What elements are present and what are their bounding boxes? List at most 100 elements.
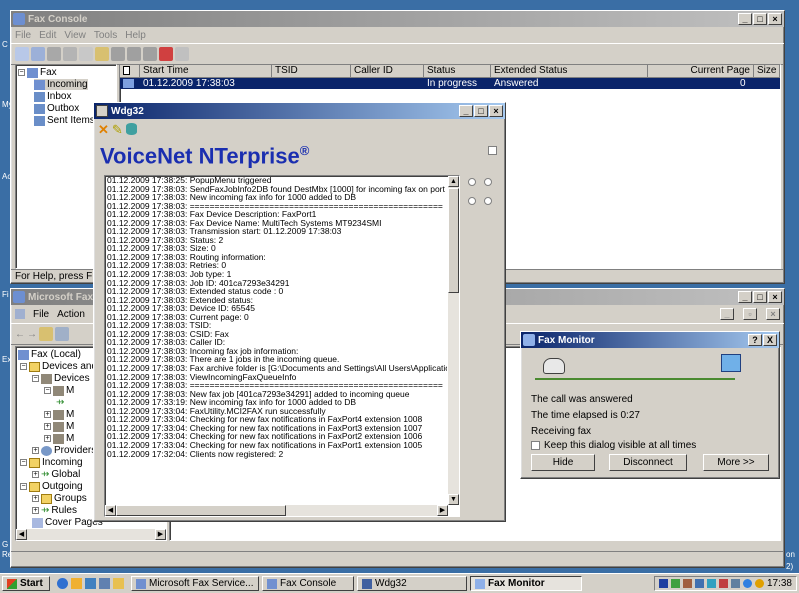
- scroll-thumb[interactable]: [116, 505, 286, 516]
- scroll-right-button[interactable]: ▶: [437, 505, 448, 516]
- tray-app-icon[interactable]: [718, 579, 728, 588]
- child-restore-button[interactable]: ▫: [743, 308, 757, 320]
- outlook-icon[interactable]: [71, 578, 82, 589]
- maximize-button[interactable]: □: [753, 13, 767, 25]
- table-row[interactable]: 01.12.2009 17:38:03 In progress Answered…: [120, 78, 780, 89]
- tray-app-icon[interactable]: [670, 579, 680, 588]
- menu-view[interactable]: View: [64, 30, 86, 41]
- collapse-icon[interactable]: −: [20, 483, 27, 490]
- minimize-button[interactable]: _: [738, 291, 752, 303]
- minimize-button[interactable]: _: [738, 13, 752, 25]
- close-button[interactable]: ×: [489, 105, 503, 117]
- fax-console-titlebar[interactable]: Fax Console _ □ ×: [11, 11, 784, 27]
- database-icon[interactable]: [125, 123, 137, 135]
- task-fax-monitor[interactable]: Fax Monitor: [470, 576, 582, 591]
- line-3-status-radio[interactable]: [468, 197, 476, 205]
- copy-icon[interactable]: [79, 47, 93, 61]
- keep-visible-checkbox-row[interactable]: Keep this dialog visible at all times: [531, 440, 696, 451]
- tree-item-fax-local[interactable]: Fax (Local): [18, 349, 81, 360]
- language-icon[interactable]: [658, 579, 668, 588]
- help-button[interactable]: ?: [748, 334, 762, 346]
- folder-icon[interactable]: [95, 47, 109, 61]
- tree-item-devices[interactable]: − Devices: [32, 373, 90, 384]
- back-icon[interactable]: ←: [15, 329, 25, 340]
- cancel-icon[interactable]: ✕: [98, 123, 109, 136]
- view-icon[interactable]: [55, 327, 69, 341]
- forward-icon[interactable]: →: [27, 329, 37, 340]
- ie-icon[interactable]: [57, 578, 68, 589]
- more-button[interactable]: More >>: [703, 454, 769, 471]
- up-folder-icon[interactable]: [39, 327, 53, 341]
- tree-item-device[interactable]: + M: [44, 433, 74, 444]
- properties-icon[interactable]: [175, 47, 189, 61]
- expand-icon[interactable]: +: [44, 411, 51, 418]
- line-1-status-radio[interactable]: [468, 178, 476, 186]
- close-button[interactable]: X: [763, 334, 777, 346]
- collapse-icon[interactable]: −: [20, 363, 27, 370]
- task-fax-console[interactable]: Fax Console: [262, 576, 354, 591]
- receive-icon[interactable]: [31, 47, 45, 61]
- horizontal-scrollbar[interactable]: ◀ ▶: [16, 529, 166, 540]
- column-header-extended-status[interactable]: Extended Status: [491, 65, 648, 78]
- tree-item-outgoing[interactable]: − Outgoing: [20, 481, 83, 492]
- start-button[interactable]: Start: [2, 576, 50, 591]
- column-header-size[interactable]: Size: [754, 65, 780, 78]
- line-2-status-radio[interactable]: [484, 178, 492, 186]
- expand-icon[interactable]: +: [44, 435, 51, 442]
- wdg32-titlebar[interactable]: Wdg32 _ □ ×: [94, 103, 505, 119]
- close-button[interactable]: ×: [768, 291, 782, 303]
- expand-icon[interactable]: +: [32, 507, 39, 514]
- top-checkbox[interactable]: [488, 146, 497, 155]
- hide-button[interactable]: Hide: [531, 454, 595, 471]
- fax-monitor-titlebar[interactable]: Fax Monitor ? X: [521, 332, 779, 348]
- collapse-icon[interactable]: −: [32, 375, 39, 382]
- horizontal-scrollbar[interactable]: ◀ ▶: [105, 505, 448, 516]
- scroll-left-button[interactable]: ◀: [105, 505, 116, 516]
- scroll-left-button[interactable]: ◀: [16, 529, 27, 540]
- expand-icon[interactable]: +: [32, 495, 39, 502]
- close-button[interactable]: ×: [768, 13, 782, 25]
- expand-icon[interactable]: +: [32, 471, 39, 478]
- scroll-right-button[interactable]: ▶: [155, 529, 166, 540]
- task-wdg32[interactable]: Wdg32: [357, 576, 467, 591]
- explorer-icon[interactable]: [99, 578, 110, 589]
- child-minimize-button[interactable]: _: [720, 308, 734, 320]
- keep-visible-checkbox[interactable]: [531, 441, 540, 450]
- column-header-icon[interactable]: [120, 65, 140, 78]
- view-icon[interactable]: [47, 47, 61, 61]
- tree-item-inbox[interactable]: Inbox: [34, 91, 71, 102]
- menu-file[interactable]: File: [33, 309, 49, 320]
- tree-item-sent[interactable]: Sent Items: [34, 115, 95, 126]
- print-icon[interactable]: [63, 47, 77, 61]
- collapse-icon[interactable]: −: [18, 69, 25, 76]
- tray-app-icon[interactable]: [706, 579, 716, 588]
- menu-help[interactable]: Help: [125, 30, 146, 41]
- scroll-thumb[interactable]: [448, 188, 459, 293]
- vertical-scrollbar[interactable]: ▲ ▼: [448, 176, 459, 505]
- maximize-button[interactable]: □: [474, 105, 488, 117]
- expand-icon[interactable]: +: [32, 447, 39, 454]
- tree-item-device[interactable]: + M: [44, 421, 74, 432]
- scroll-up-button[interactable]: ▲: [448, 176, 459, 187]
- pause-icon[interactable]: [111, 47, 125, 61]
- task-fax-service[interactable]: Microsoft Fax Service...: [131, 576, 259, 591]
- restart-icon[interactable]: [143, 47, 157, 61]
- menu-tools[interactable]: Tools: [94, 30, 117, 41]
- line-4-status-radio[interactable]: [484, 197, 492, 205]
- tree-item-incoming[interactable]: − Incoming: [20, 457, 83, 468]
- column-header-caller-id[interactable]: Caller ID: [351, 65, 424, 78]
- clock[interactable]: 17:38: [767, 578, 792, 589]
- scroll-down-button[interactable]: ▼: [448, 494, 459, 505]
- expand-icon[interactable]: +: [44, 423, 51, 430]
- collapse-icon[interactable]: −: [44, 387, 51, 394]
- child-close-button[interactable]: ×: [766, 308, 780, 320]
- menu-action[interactable]: Action: [57, 309, 85, 320]
- tree-item-groups[interactable]: + Groups: [32, 493, 87, 504]
- tree-item-rules[interactable]: + ⇸ Rules: [32, 505, 77, 516]
- menu-edit[interactable]: Edit: [39, 30, 56, 41]
- tray-app-icon[interactable]: [742, 579, 752, 588]
- tree-item-device[interactable]: + M: [44, 409, 74, 420]
- tray-app-icon[interactable]: [682, 579, 692, 588]
- resume-icon[interactable]: [127, 47, 141, 61]
- column-header-status[interactable]: Status: [424, 65, 491, 78]
